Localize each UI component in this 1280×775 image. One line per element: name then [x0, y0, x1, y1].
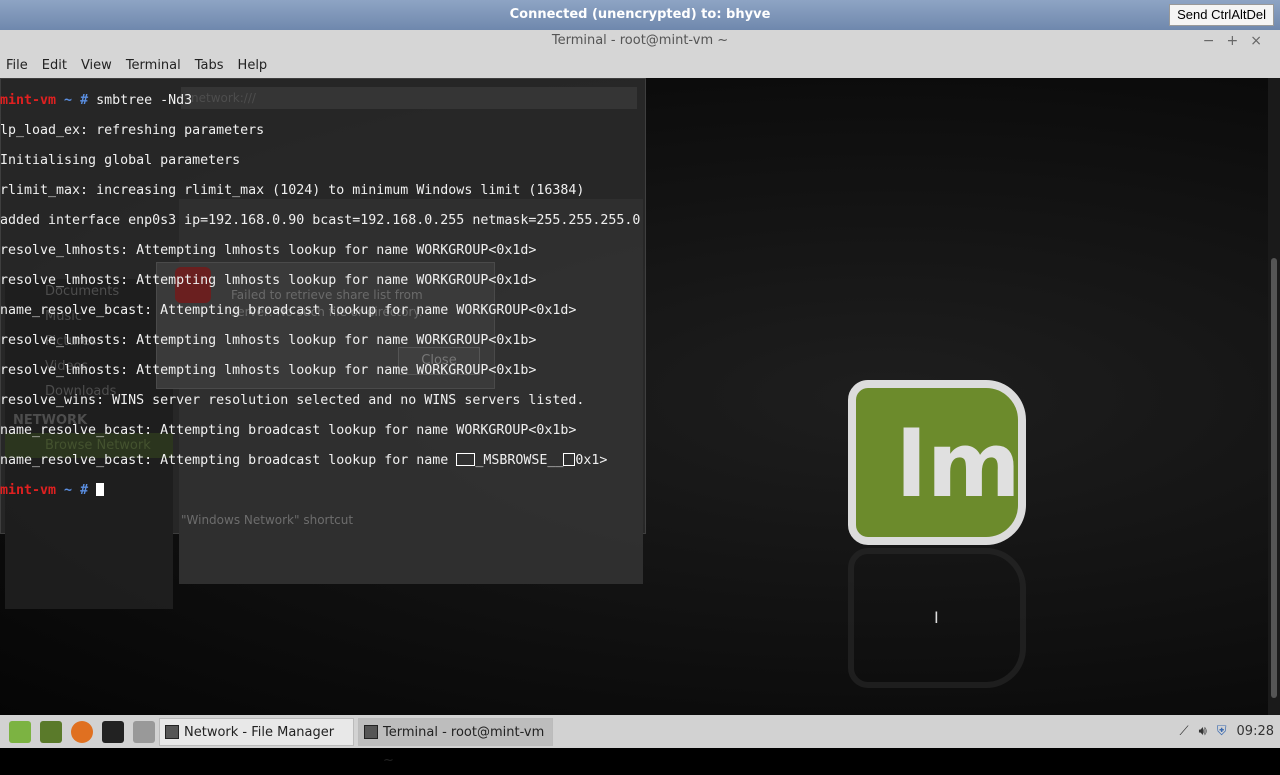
system-tray: ⟋ 🔊︎ ⛨ 09:28 — [1179, 715, 1274, 748]
menu-tabs[interactable]: Tabs — [195, 58, 224, 73]
menu-help[interactable]: Help — [238, 58, 268, 73]
output-line: resolve_wins: WINS server resolution sel… — [0, 393, 585, 408]
output-line: added interface enp0s3 ip=192.168.0.90 b… — [0, 213, 641, 228]
command: smbtree -Nd3 — [88, 93, 193, 108]
output-line: resolve_lmhosts: Attempting lmhosts look… — [0, 363, 537, 378]
show-desktop-icon[interactable] — [40, 720, 62, 743]
terminal-launcher-icon[interactable] — [102, 720, 124, 743]
window-titlebar[interactable]: Terminal - root@mint-vm ~ −+× — [0, 30, 1280, 52]
prompt-host: mint-vm — [0, 483, 57, 498]
prompt-host: mint-vm — [0, 93, 57, 108]
menu-bar: File Edit View Terminal Tabs Help — [0, 52, 1280, 78]
send-ctrl-alt-del-button[interactable]: Send CtrlAltDel — [1169, 4, 1274, 26]
output-line: resolve_lmhosts: Attempting lmhosts look… — [0, 243, 537, 258]
window-title: Terminal - root@mint-vm ~ — [551, 33, 729, 48]
output-line: resolve_lmhosts: Attempting lmhosts look… — [0, 333, 537, 348]
network-icon[interactable]: ⟋ — [1179, 724, 1188, 739]
output-line: resolve_lmhosts: Attempting lmhosts look… — [0, 273, 537, 288]
task-label: Network - File Manager — [184, 724, 335, 740]
prompt-line: mint-vm ~ # — [0, 483, 1268, 498]
update-shield-icon[interactable]: ⛨ — [1217, 724, 1227, 739]
task-terminal[interactable]: Terminal - root@mint-vm ~ — [358, 717, 553, 768]
unprintable-char-glyph — [456, 453, 476, 466]
line-middle: _MSBROWSE__ — [475, 453, 564, 468]
file-manager-launcher-icon[interactable] — [133, 720, 155, 743]
output-line: Initialising global parameters — [0, 153, 241, 168]
output-line: name_resolve_bcast: Attempting broadcast… — [0, 423, 577, 438]
scrollbar-thumb[interactable] — [1271, 258, 1277, 698]
output-line: name_resolve_bcast: Attempting broadcast… — [0, 453, 1268, 468]
output-line: name_resolve_bcast: Attempting broadcast… — [0, 303, 577, 318]
line-prefix: name_resolve_bcast: Attempting broadcast… — [0, 453, 457, 468]
text-cursor — [96, 483, 105, 496]
command-line: mint-vm ~ # smbtree -Nd3 — [0, 93, 1268, 108]
minimize-button[interactable]: − — [1203, 33, 1227, 49]
menu-view[interactable]: View — [81, 58, 112, 73]
task-file-manager[interactable]: Network - File Manager — [159, 717, 354, 746]
task-label: Terminal - root@mint-vm ~ — [383, 724, 545, 768]
connection-status: Connected (unencrypted) to: bhyve — [509, 7, 771, 22]
ibeam-cursor-icon: I — [934, 608, 939, 627]
maximize-button[interactable]: + — [1227, 33, 1251, 49]
mint-menu-icon[interactable] — [9, 720, 31, 743]
menu-terminal[interactable]: Terminal — [126, 58, 181, 73]
menu-edit[interactable]: Edit — [42, 58, 67, 73]
close-button[interactable]: × — [1250, 33, 1274, 49]
volume-icon[interactable]: 🔊︎ — [1199, 724, 1207, 739]
menu-file[interactable]: File — [6, 58, 28, 73]
line-suffix: 0x1> — [575, 453, 608, 468]
terminal-icon — [364, 724, 378, 739]
prompt-path: ~ # — [56, 93, 89, 108]
folder-icon — [165, 724, 179, 739]
prompt-path: ~ # — [56, 483, 89, 498]
taskbar: Network - File Manager Terminal - root@m… — [0, 715, 1280, 768]
terminal-scrollbar[interactable] — [1268, 78, 1280, 715]
output-line: lp_load_ex: refreshing parameters — [0, 123, 265, 138]
unprintable-char-glyph — [563, 453, 576, 466]
output-line: rlimit_max: increasing rlimit_max (1024)… — [0, 183, 585, 198]
firefox-icon[interactable] — [71, 720, 93, 743]
terminal-output[interactable]: mint-vm ~ # smbtree -Nd3 lp_load_ex: ref… — [0, 78, 1268, 715]
clock[interactable]: 09:28 — [1237, 724, 1274, 739]
vnc-status-bar: Connected (unencrypted) to: bhyve Send Ct… — [0, 0, 1280, 30]
